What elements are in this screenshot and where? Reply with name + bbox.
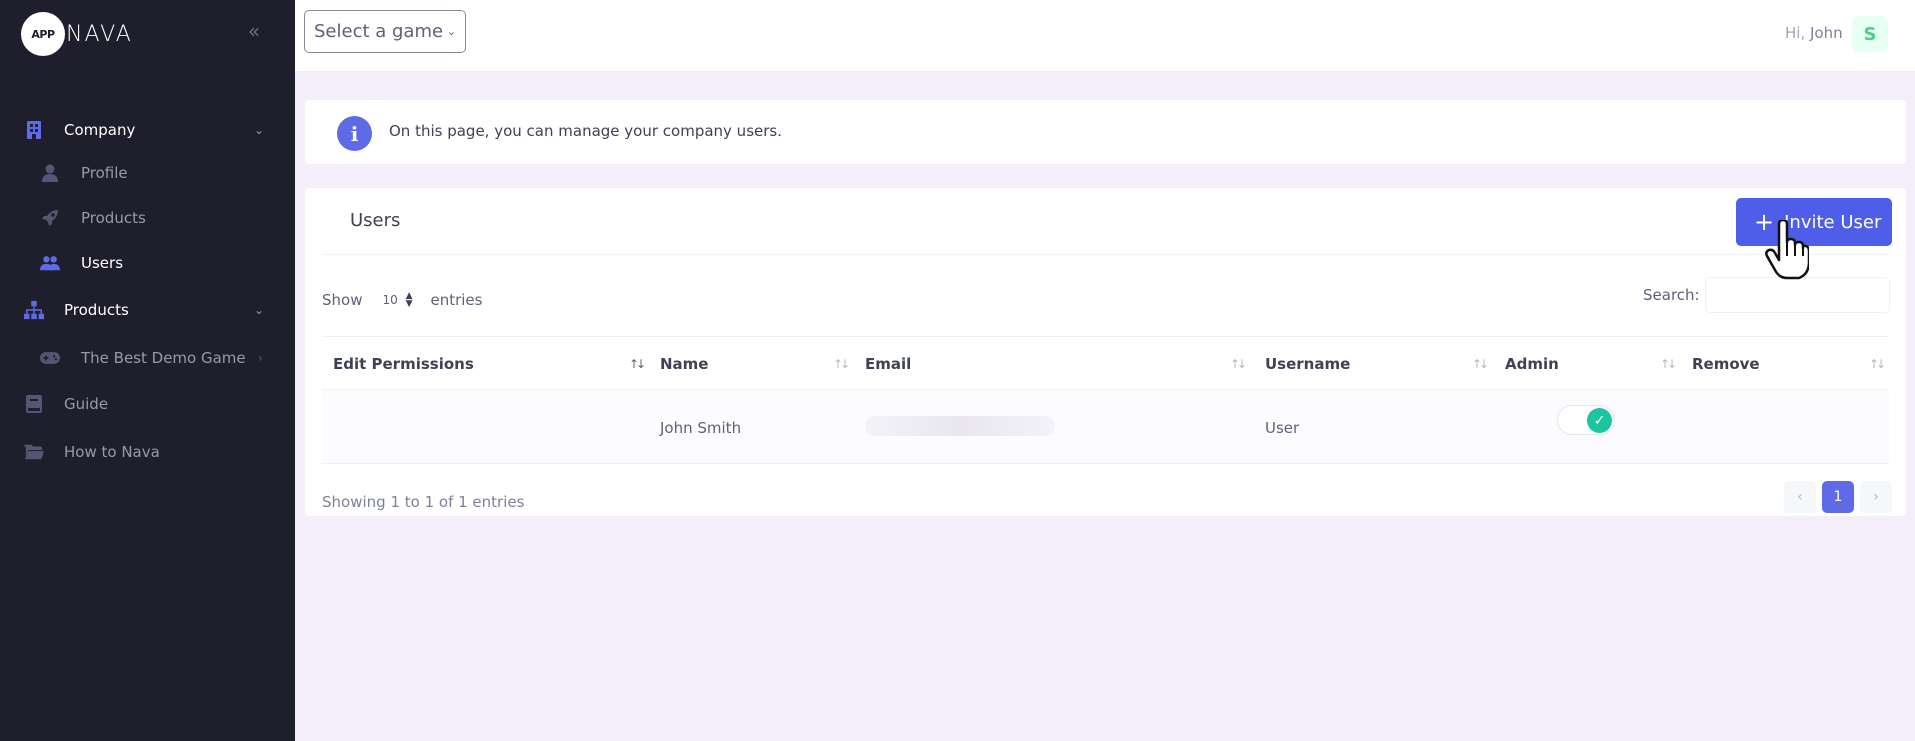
check-icon: ✓ [1587,408,1612,433]
sidebar-item-how-to-nava[interactable]: How to Nava [0,428,295,476]
sidebar-item-products-sub[interactable]: Products [0,195,295,240]
sidebar-item-label: The Best Demo Game [81,348,246,367]
invite-user-label: Invite User [1784,211,1882,233]
info-icon: i [337,116,372,151]
invite-user-button[interactable]: + Invite User [1736,198,1892,246]
sidebar-item-label: Company [64,121,136,139]
cell-username: User [1265,419,1300,437]
sidebar-item-label: Products [81,208,146,227]
sitemap-icon [24,300,44,320]
sidebar-nav: Company ⌄ Profile Products Users Product… [0,110,295,476]
info-notice: i On this page, you can manage your comp… [305,100,1906,164]
collapse-sidebar-icon[interactable]: « [243,20,265,42]
sidebar-item-label: Products [64,301,129,319]
user-greeting[interactable]: Hi, John [1785,24,1843,42]
book-icon [24,394,44,414]
gamepad-icon [40,348,60,368]
brand-name: NAVA [66,21,133,47]
page-length-control: Show 10 ▲ ▼ entries [322,283,482,317]
users-card: Users + Invite User Show 10 ▲ ▼ entries S… [305,188,1906,516]
cell-email-redacted [865,416,1055,436]
building-icon [24,120,44,140]
table-header: Edit Permissions ↑↓ Name ↑↓ Email ↑↓ Use… [322,336,1889,390]
pagination-prev[interactable]: ‹ [1784,481,1816,513]
sidebar: APP NAVA « Company ⌄ Profile Products Us… [0,0,295,741]
sidebar-item-company[interactable]: Company ⌄ [0,110,295,150]
entries-label: entries [430,291,483,309]
column-header-admin[interactable]: Admin [1505,355,1559,373]
search-input[interactable] [1705,277,1890,313]
sidebar-item-label: How to Nava [64,443,160,461]
search-label: Search: [1643,286,1700,304]
page-length-select[interactable]: 10 ▲ ▼ [370,283,423,317]
sort-updown-icon: ▲ ▼ [405,291,413,309]
game-select-value: Select a game [314,21,444,42]
column-header-remove[interactable]: Remove [1692,355,1760,373]
greeting-name: John [1810,24,1843,42]
sidebar-item-profile[interactable]: Profile [0,150,295,195]
column-header-email[interactable]: Email [865,355,911,373]
chevron-right-icon: › [258,350,263,365]
sidebar-item-demo-game[interactable]: The Best Demo Game › [0,335,295,380]
sort-icon[interactable]: ↑↓ [1230,357,1247,371]
folder-icon [24,442,44,462]
column-header-edit-permissions[interactable]: Edit Permissions [333,355,474,373]
sidebar-item-label: Profile [81,163,128,182]
sidebar-item-label: Guide [64,395,109,413]
cell-name: John Smith [660,419,742,437]
sort-icon[interactable]: ↑↓ [1472,357,1489,371]
user-icon [40,163,60,183]
chevron-down-icon: ⌄ [446,25,456,38]
users-icon [40,253,60,273]
show-label: Show [322,291,363,309]
avatar[interactable]: S [1852,16,1888,52]
column-header-username[interactable]: Username [1265,355,1350,373]
greeting-prefix: Hi, [1785,24,1806,42]
rocket-icon [40,208,60,228]
divider [322,254,1889,255]
sort-icon[interactable]: ↑↓ [1869,357,1886,371]
sort-icon[interactable]: ↑↓ [1660,357,1677,371]
sidebar-item-users[interactable]: Users [0,240,295,285]
game-select[interactable]: Select a game ⌄ [304,10,466,53]
pagination-next[interactable]: › [1860,481,1892,513]
sidebar-item-products[interactable]: Products ⌄ [0,285,295,335]
brand-logo[interactable]: APP NAVA [24,14,133,54]
sort-icon[interactable]: ↑↓ [833,357,850,371]
chevron-down-icon: ⌄ [254,123,265,137]
admin-toggle[interactable]: ✓ [1557,405,1615,435]
table-row: John Smith User ✓ [322,390,1889,464]
card-title: Users [350,210,401,231]
column-header-name[interactable]: Name [660,355,708,373]
sidebar-item-label: Users [81,253,124,272]
page-length-value: 10 [382,293,398,307]
plus-icon: + [1754,208,1775,236]
app-logo-icon: APP [24,15,62,53]
sort-asc-icon[interactable]: ↑↓ [629,357,646,371]
sidebar-item-guide[interactable]: Guide [0,380,295,428]
table-info: Showing 1 to 1 of 1 entries [322,493,525,511]
info-text: On this page, you can manage your compan… [389,122,782,140]
pagination-page-1[interactable]: 1 [1822,481,1854,513]
topbar: Select a game ⌄ Hi, John S [295,0,1915,71]
users-table: Edit Permissions ↑↓ Name ↑↓ Email ↑↓ Use… [322,336,1889,464]
chevron-down-icon: ⌄ [254,303,265,317]
